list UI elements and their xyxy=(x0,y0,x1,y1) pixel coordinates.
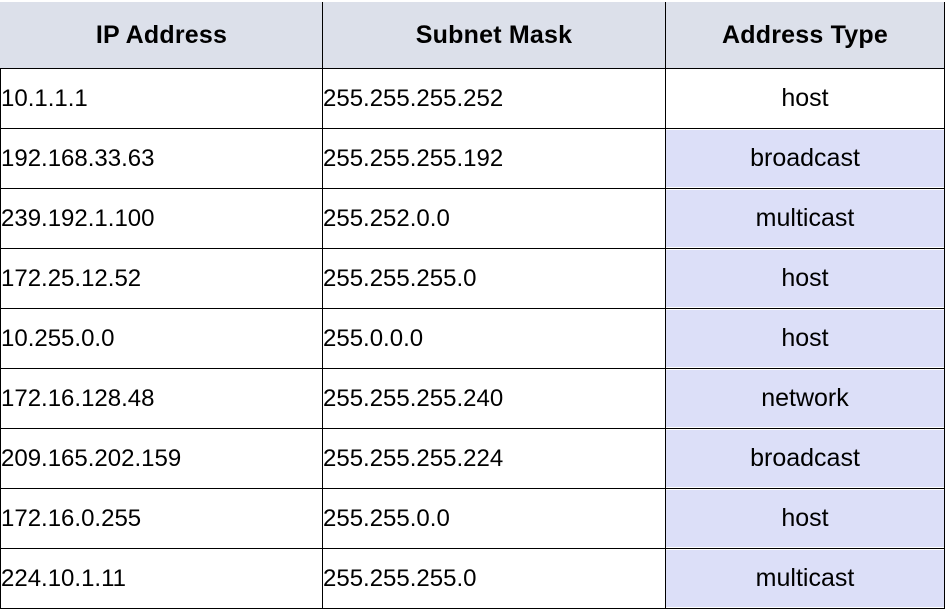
table-header: IP Address Subnet Mask Address Type xyxy=(0,2,945,69)
address-type-value: host xyxy=(666,70,944,127)
cell-address-type: host xyxy=(665,308,945,369)
cell-ip-address: 10.255.0.0 xyxy=(0,308,323,369)
address-type-value: broadcast xyxy=(666,430,944,487)
address-type-value: host xyxy=(666,490,944,547)
cell-address-type: host xyxy=(665,68,945,129)
cell-ip-address: 172.16.128.48 xyxy=(0,368,323,429)
cell-address-type: broadcast xyxy=(665,128,945,189)
cell-subnet-mask: 255.255.255.192 xyxy=(322,128,666,189)
cell-subnet-mask: 255.255.255.0 xyxy=(322,548,666,609)
cell-subnet-mask: 255.255.0.0 xyxy=(322,488,666,549)
cell-ip-address: 224.10.1.11 xyxy=(0,548,323,609)
cell-ip-address: 239.192.1.100 xyxy=(0,188,323,249)
address-type-value: network xyxy=(666,370,944,427)
table-row: 192.168.33.63 255.255.255.192 broadcast xyxy=(0,128,945,189)
cell-ip-address: 209.165.202.159 xyxy=(0,428,323,489)
cell-subnet-mask: 255.255.255.240 xyxy=(322,368,666,429)
table-body: 10.1.1.1 255.255.255.252 host 192.168.33.63… xyxy=(0,68,945,609)
column-header-address-type: Address Type xyxy=(665,2,945,69)
cell-ip-address: 172.16.0.255 xyxy=(0,488,323,549)
cell-address-type: multicast xyxy=(665,188,945,249)
cell-subnet-mask: 255.252.0.0 xyxy=(322,188,666,249)
cell-address-type: host xyxy=(665,488,945,549)
cell-subnet-mask: 255.255.255.0 xyxy=(322,248,666,309)
cell-ip-address: 10.1.1.1 xyxy=(0,68,323,129)
table-row: 172.25.12.52 255.255.255.0 host xyxy=(0,248,945,309)
header-row: IP Address Subnet Mask Address Type xyxy=(0,2,945,69)
cell-ip-address: 192.168.33.63 xyxy=(0,128,323,189)
cell-subnet-mask: 255.0.0.0 xyxy=(322,308,666,369)
table-row: 224.10.1.11 255.255.255.0 multicast xyxy=(0,548,945,609)
cell-subnet-mask: 255.255.255.224 xyxy=(322,428,666,489)
cell-address-type: host xyxy=(665,248,945,309)
cell-subnet-mask: 255.255.255.252 xyxy=(322,68,666,129)
table-row: 10.255.0.0 255.0.0.0 host xyxy=(0,308,945,369)
address-type-value: host xyxy=(666,310,944,367)
address-type-value: multicast xyxy=(666,190,944,247)
table-row: 239.192.1.100 255.252.0.0 multicast xyxy=(0,188,945,249)
table-row: 209.165.202.159 255.255.255.224 broadcast xyxy=(0,428,945,489)
ip-address-table: IP Address Subnet Mask Address Type 10.1… xyxy=(0,2,945,609)
address-type-value: broadcast xyxy=(666,130,944,187)
column-header-ip-address: IP Address xyxy=(0,2,323,69)
table-row: 172.16.128.48 255.255.255.240 network xyxy=(0,368,945,429)
cell-address-type: multicast xyxy=(665,548,945,609)
column-header-subnet-mask: Subnet Mask xyxy=(322,2,666,69)
cell-address-type: broadcast xyxy=(665,428,945,489)
address-type-value: multicast xyxy=(666,550,944,607)
cell-ip-address: 172.25.12.52 xyxy=(0,248,323,309)
table-row: 10.1.1.1 255.255.255.252 host xyxy=(0,68,945,129)
table-row: 172.16.0.255 255.255.0.0 host xyxy=(0,488,945,549)
cell-address-type: network xyxy=(665,368,945,429)
address-type-value: host xyxy=(666,250,944,307)
